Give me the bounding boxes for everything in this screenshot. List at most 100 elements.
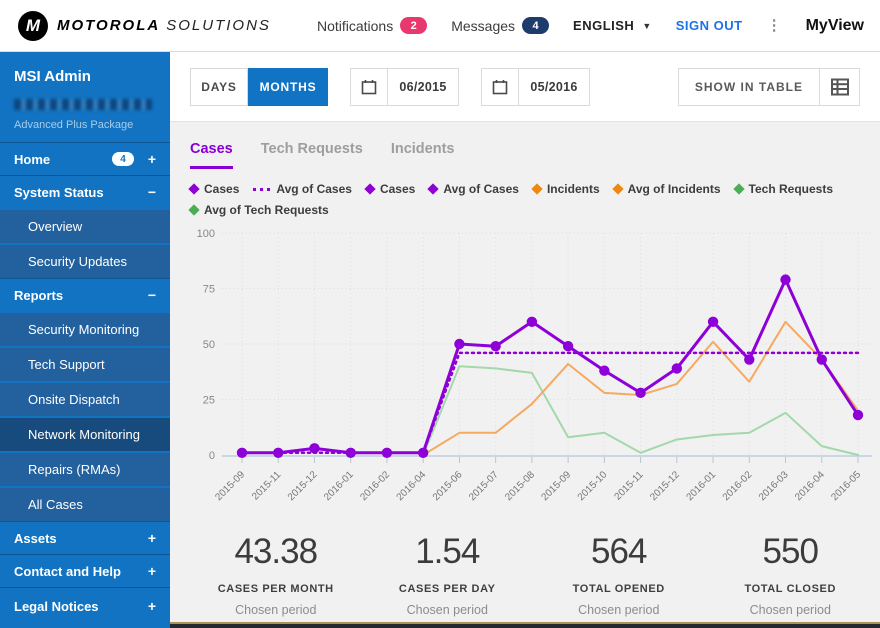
messages-label: Messages — [451, 17, 516, 34]
sidebar-item-label: All Cases — [28, 497, 83, 512]
sidebar-item-label: Overview — [28, 219, 83, 234]
sidebar-item-system-status[interactable]: System Status − — [0, 175, 170, 208]
svg-text:75: 75 — [203, 284, 215, 296]
language-dropdown[interactable]: ENGLISH ▼ — [573, 18, 652, 33]
tab-cases[interactable]: Cases — [190, 141, 233, 169]
svg-text:2015-12: 2015-12 — [286, 469, 320, 503]
stat-total-closed: 550 TOTAL CLOSED Chosen period — [705, 532, 877, 617]
summary-stats: 43.38 CASES PER MONTH Chosen period 1.54 CAS… — [190, 532, 880, 617]
days-toggle-button[interactable]: DAYS — [190, 67, 248, 106]
sidebar-item-label: Security Updates — [28, 254, 127, 269]
collapse-minus-icon[interactable]: − — [144, 287, 156, 303]
user-name-redacted — [14, 99, 152, 110]
sidebar-item-label: System Status — [14, 184, 104, 200]
sidebar-items: Home 4 + System Status − Overview Security Upd… — [0, 142, 170, 624]
svg-text:2015-09: 2015-09 — [213, 469, 247, 503]
date-to-value: 05/2016 — [530, 79, 578, 94]
svg-text:2016-01: 2016-01 — [322, 469, 356, 503]
sidebar-item-reports[interactable]: Reports − — [0, 278, 170, 311]
sidebar-item-security-updates[interactable]: Security Updates — [0, 243, 170, 278]
sidebar-item-network-monitoring[interactable]: Network Monitoring — [0, 416, 170, 451]
legend-item-cases-2[interactable]: Cases — [364, 182, 416, 196]
show-in-table-button[interactable]: SHOW IN TABLE — [677, 67, 860, 106]
legend-item-tech-requests-6[interactable]: Tech Requests — [732, 182, 833, 196]
legend-item-avg-of-cases-3[interactable]: Avg of Cases — [427, 182, 519, 196]
svg-text:2015-10: 2015-10 — [576, 469, 610, 503]
date-from-picker[interactable]: 06/2015 — [350, 67, 459, 106]
main-area: DAYS MONTHS 06/2015 05/2016 SHOW IN TABL… — [170, 52, 880, 628]
report-content: Cases Tech Requests Incidents Cases Avg of … — [170, 122, 880, 617]
notifications-label: Notifications — [316, 17, 394, 34]
notifications-count-badge: 2 — [400, 17, 428, 34]
svg-text:100: 100 — [197, 228, 215, 240]
sidebar-item-label: Security Monitoring — [28, 322, 140, 337]
sidebar-item-onsite-dispatch[interactable]: Onsite Dispatch — [0, 381, 170, 416]
tab-tech-requests[interactable]: Tech Requests — [261, 141, 363, 169]
svg-text:2015-07: 2015-07 — [467, 469, 501, 503]
svg-text:2016-02: 2016-02 — [721, 469, 755, 503]
legend-label: Avg of Tech Requests — [204, 203, 329, 217]
sidebar-item-label: Tech Support — [28, 357, 105, 372]
legend-item-avg-of-cases-1[interactable]: Avg of Cases — [253, 182, 352, 196]
legend-label: Cases — [379, 182, 416, 196]
sidebar-item-security-monitoring[interactable]: Security Monitoring — [0, 311, 170, 346]
sign-out-button[interactable]: SIGN OUT — [676, 18, 743, 33]
chevron-down-icon: ▼ — [642, 20, 652, 31]
date-to-picker[interactable]: 05/2016 — [481, 67, 590, 106]
stat-value: 550 — [762, 532, 819, 571]
svg-text:2015-09: 2015-09 — [540, 469, 574, 503]
stat-label: TOTAL CLOSED — [744, 583, 837, 595]
expand-plus-icon[interactable]: + — [144, 151, 156, 167]
legend-label: Cases — [204, 182, 240, 196]
sidebar-item-legal-notices[interactable]: Legal Notices + — [0, 587, 170, 624]
sidebar-item-contact-and-help[interactable]: Contact and Help + — [0, 554, 170, 587]
sidebar-item-overview[interactable]: Overview — [0, 208, 170, 243]
svg-text:2016-05: 2016-05 — [829, 469, 863, 503]
svg-text:2016-02: 2016-02 — [358, 469, 392, 503]
legend-label: Tech Requests — [748, 182, 833, 196]
period-toggle: DAYS MONTHS — [190, 67, 328, 106]
sidebar-item-repairs-rmas[interactable]: Repairs (RMAs) — [0, 451, 170, 486]
stat-sub: Chosen period — [406, 603, 488, 617]
kebab-menu-icon[interactable]: ⋮ — [767, 18, 782, 33]
expand-plus-icon[interactable]: + — [144, 530, 156, 546]
messages-button[interactable]: Messages 4 — [451, 17, 550, 34]
product-title: MyView — [805, 16, 864, 34]
legend-item-cases-0[interactable]: Cases — [188, 182, 240, 196]
stat-sub: Chosen period — [235, 603, 317, 617]
stat-label: TOTAL OPENED — [572, 583, 665, 595]
svg-text:2015-06: 2015-06 — [431, 469, 465, 503]
months-toggle-button[interactable]: MONTHS — [248, 67, 328, 106]
notifications-button[interactable]: Notifications 2 — [316, 17, 428, 34]
legend-item-avg-of-incidents-5[interactable]: Avg of Incidents — [611, 182, 721, 196]
cases-chart: 02550751002015-09 2015-11 2015-12 2016-01 20… — [197, 228, 872, 503]
sidebar-item-label: Repairs (RMAs) — [28, 462, 121, 477]
package-label: Advanced Plus Package — [14, 119, 134, 131]
sidebar-item-label: Network Monitoring — [28, 427, 140, 442]
sidebar-item-tech-support[interactable]: Tech Support — [0, 346, 170, 381]
motorola-logo: M MOTOROLA SOLUTIONS — [18, 10, 271, 41]
top-header: M MOTOROLA SOLUTIONS Notifications 2 Mess… — [0, 0, 880, 52]
report-tabs: Cases Tech Requests Incidents — [190, 122, 880, 169]
svg-text:2015-11: 2015-11 — [612, 469, 646, 503]
chart-legend: Cases Avg of Cases Cases Avg of Cases Incide… — [188, 182, 862, 217]
sidebar-item-assets[interactable]: Assets + — [0, 521, 170, 554]
legend-diamond-icon — [188, 204, 200, 216]
stat-total-opened: 564 TOTAL OPENED Chosen period — [533, 532, 705, 617]
legend-item-avg-of-tech-requests-7[interactable]: Avg of Tech Requests — [188, 203, 329, 217]
svg-text:2016-03: 2016-03 — [757, 469, 791, 503]
tab-incidents[interactable]: Incidents — [391, 141, 455, 169]
legend-label: Avg of Cases — [276, 182, 352, 196]
expand-plus-icon[interactable]: + — [144, 598, 156, 614]
expand-plus-icon[interactable]: + — [144, 563, 156, 579]
sidebar-item-label: Reports — [14, 287, 64, 303]
legend-item-incidents-4[interactable]: Incidents — [531, 182, 600, 196]
legend-label: Incidents — [546, 182, 600, 196]
svg-text:25: 25 — [203, 395, 215, 407]
count-badge: 4 — [112, 152, 134, 166]
stat-cases-per-day: 1.54 CASES PER DAY Chosen period — [362, 532, 534, 617]
motorola-m-icon: M — [18, 10, 48, 41]
sidebar-item-all-cases[interactable]: All Cases — [0, 486, 170, 521]
sidebar-item-home[interactable]: Home 4 + — [0, 142, 170, 175]
collapse-minus-icon[interactable]: − — [144, 184, 156, 200]
